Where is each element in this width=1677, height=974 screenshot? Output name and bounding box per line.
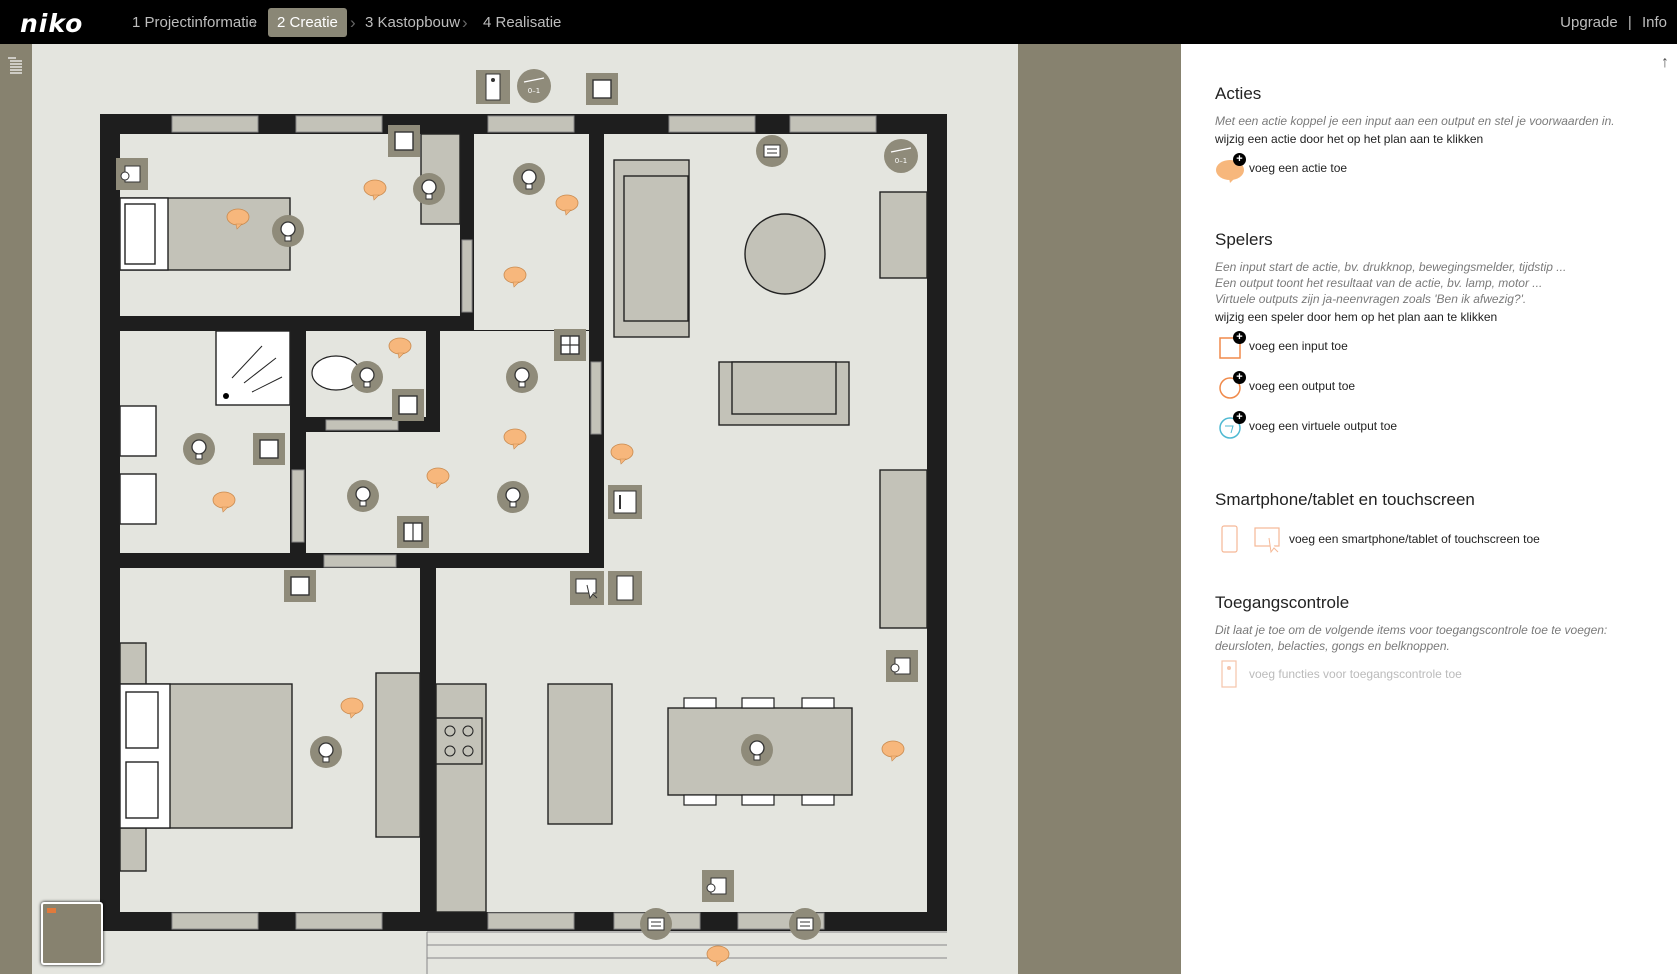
smartphone-title: Smartphone/tablet en touchscreen <box>1215 490 1475 509</box>
door-bell-icon[interactable] <box>476 70 510 104</box>
acties-title: Acties <box>1215 84 1262 103</box>
menu-icon[interactable] <box>7 56 23 74</box>
chevron-right-icon: › <box>350 13 356 32</box>
switch-icon[interactable] <box>387 124 421 158</box>
switch-icon[interactable] <box>283 569 317 603</box>
motion-sensor-icon[interactable] <box>701 869 735 903</box>
niko-logo: niko <box>20 9 84 38</box>
thermostat-icon[interactable] <box>608 485 642 519</box>
add-virtual-output-label: voeg een virtuele output toe <box>1249 419 1398 433</box>
plan-margin <box>1018 44 1181 974</box>
chevron-right-icon: › <box>462 13 468 32</box>
section-smartphone: Smartphone/tablet en touchscreen voeg ee… <box>1215 490 1655 559</box>
svg-text:0–1: 0–1 <box>528 87 540 95</box>
section-spelers: Spelers Een input start de actie, bv. dr… <box>1215 230 1655 446</box>
add-output-label: voeg een output toe <box>1249 379 1356 393</box>
action-bubble[interactable] <box>706 945 730 967</box>
lamp-icon[interactable] <box>505 360 539 394</box>
add-smartphone-button[interactable]: voeg een smartphone/tablet of touchscree… <box>1215 519 1655 559</box>
toegang-title: Toegangscontrole <box>1215 593 1350 612</box>
plus-icon: + <box>1233 411 1246 424</box>
lamp-icon[interactable] <box>512 162 546 196</box>
separator: | <box>1627 14 1632 31</box>
step-kastopbouw[interactable]: 3 Kastopbouw <box>356 8 469 37</box>
virtual-output-icon: + <box>1215 411 1249 441</box>
left-sidebar <box>0 44 32 974</box>
right-panel: ↑ Acties Met een actie koppel je een inp… <box>1181 44 1677 974</box>
switch-icon[interactable] <box>391 388 425 422</box>
add-action-label: voeg een actie toe <box>1249 161 1348 175</box>
step-realisatie[interactable]: 4 Realisatie <box>474 8 570 37</box>
lamp-icon[interactable] <box>350 360 384 394</box>
motion-sensor-icon[interactable] <box>885 649 919 683</box>
spelers-desc-output: Een output toont het resultaat van de ac… <box>1215 276 1543 290</box>
touchscreen-icon <box>1254 527 1280 554</box>
touchscreen-icon[interactable] <box>570 571 604 605</box>
add-action-button[interactable]: + voeg een actie toe <box>1215 148 1655 188</box>
tablet-icon[interactable] <box>608 571 642 605</box>
add-input-label: voeg een input toe <box>1249 339 1348 353</box>
top-right-links: Upgrade | Info <box>1554 8 1667 37</box>
scroll-top-icon[interactable]: ↑ <box>1661 54 1669 72</box>
section-acties: Acties Met een actie koppel je een input… <box>1215 84 1655 188</box>
lamp-icon[interactable] <box>309 735 343 769</box>
heater-icon[interactable] <box>755 134 789 168</box>
thumbnail-tag <box>47 908 56 913</box>
acties-hint: wijzig een actie door het op het plan aa… <box>1215 132 1484 146</box>
plan-thumbnail[interactable] <box>41 902 103 965</box>
switch-icon[interactable] <box>252 432 286 466</box>
lamp-icon[interactable] <box>346 479 380 513</box>
section-toegangscontrole: Toegangscontrole Dit laat je toe om de v… <box>1215 593 1655 694</box>
lamp-icon[interactable] <box>412 172 446 206</box>
quad-switch-icon[interactable] <box>553 328 587 362</box>
smartphone-icon <box>1221 525 1238 553</box>
step-projectinformatie[interactable]: 1 Projectinformatie <box>123 8 266 37</box>
svg-text:0–1: 0–1 <box>895 157 907 165</box>
action-bubble-icon: + <box>1215 153 1249 183</box>
timer-icon[interactable]: 0–1 <box>884 139 918 173</box>
step-creatie[interactable]: 2 Creatie <box>268 8 347 37</box>
spelers-hint: wijzig een speler door hem op het plan a… <box>1215 310 1498 324</box>
plus-icon: + <box>1233 331 1246 344</box>
add-smartphone-label: voeg een smartphone/tablet of touchscree… <box>1289 532 1540 546</box>
acties-desc: Met een actie koppel je een input aan ee… <box>1215 114 1615 128</box>
plus-icon: + <box>1233 371 1246 384</box>
blind-motor-icon[interactable] <box>639 907 673 941</box>
top-navigation-bar: niko 1 Projectinformatie › 2 Creatie › 3… <box>0 0 1677 44</box>
spelers-desc-input: Een input start de actie, bv. drukknop, … <box>1215 260 1567 274</box>
lamp-icon[interactable] <box>271 214 305 248</box>
floor-plan-canvas[interactable]: 0–1 0–1 <box>32 44 1018 974</box>
add-access-control-button[interactable]: voeg functies voor toegangscontrole toe <box>1215 654 1655 694</box>
lamp-icon[interactable] <box>182 432 216 466</box>
input-square-icon: + <box>1215 331 1249 361</box>
door-station-icon <box>1221 660 1237 688</box>
add-access-control-label: voeg functies voor toegangscontrole toe <box>1249 667 1462 681</box>
add-output-button[interactable]: + voeg een output toe <box>1215 366 1655 406</box>
add-input-button[interactable]: + voeg een input toe <box>1215 326 1655 366</box>
switch-icon[interactable] <box>585 72 619 106</box>
plus-icon: + <box>1233 153 1246 166</box>
timer-icon[interactable]: 0–1 <box>517 69 551 103</box>
lamp-icon[interactable] <box>496 480 530 514</box>
spelers-title: Spelers <box>1215 230 1273 249</box>
blind-motor-icon[interactable] <box>788 907 822 941</box>
chevron-right-icon: › <box>251 13 257 32</box>
upgrade-link[interactable]: Upgrade <box>1560 14 1618 31</box>
output-circle-icon: + <box>1215 371 1249 401</box>
motion-sensor-icon[interactable] <box>115 157 149 191</box>
add-virtual-output-button[interactable]: + voeg een virtuele output toe <box>1215 406 1655 446</box>
info-link[interactable]: Info <box>1642 14 1667 31</box>
floor-plan[interactable]: 0–1 0–1 <box>32 44 1018 974</box>
double-switch-icon[interactable] <box>396 515 430 549</box>
lamp-icon[interactable] <box>740 733 774 767</box>
spelers-desc-virtual: Virtuele outputs zijn ja-neenvragen zoal… <box>1215 292 1527 306</box>
toegang-desc: Dit laat je toe om de volgende items voo… <box>1215 623 1608 653</box>
